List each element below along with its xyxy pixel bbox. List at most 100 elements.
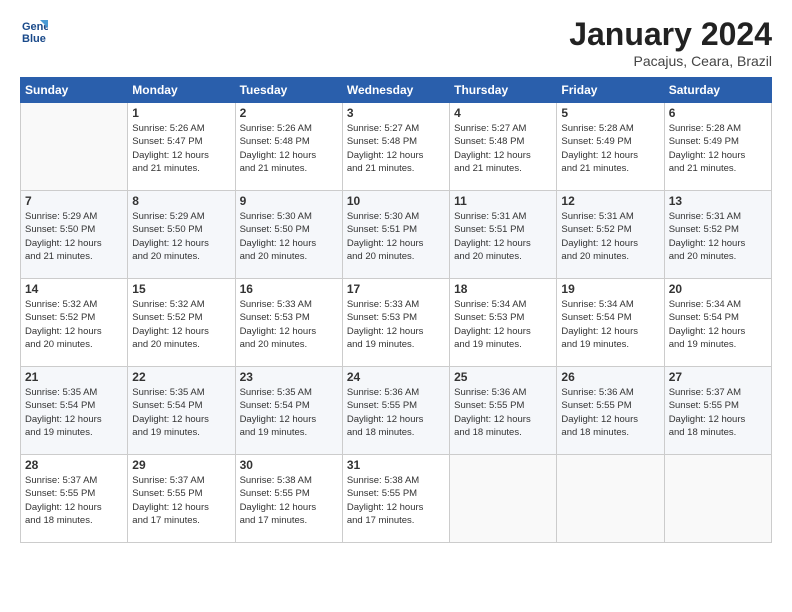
week-row-3: 21 Sunrise: 5:35 AM Sunset: 5:54 PM Dayl… bbox=[21, 367, 772, 455]
daylight-label: Daylight: 12 hours bbox=[561, 238, 638, 249]
daylight-minutes: and 21 minutes. bbox=[561, 163, 629, 174]
col-thursday: Thursday bbox=[450, 78, 557, 103]
col-friday: Friday bbox=[557, 78, 664, 103]
day-cell: 5 Sunrise: 5:28 AM Sunset: 5:49 PM Dayli… bbox=[557, 103, 664, 191]
daylight-minutes: and 19 minutes. bbox=[669, 339, 737, 350]
logo-icon: General Blue bbox=[20, 16, 48, 44]
day-number: 31 bbox=[347, 458, 445, 472]
day-number: 15 bbox=[132, 282, 230, 296]
day-info: Sunrise: 5:31 AM Sunset: 5:52 PM Dayligh… bbox=[561, 210, 659, 263]
day-cell: 29 Sunrise: 5:37 AM Sunset: 5:55 PM Dayl… bbox=[128, 455, 235, 543]
calendar-table: Sunday Monday Tuesday Wednesday Thursday… bbox=[20, 77, 772, 543]
daylight-minutes: and 19 minutes. bbox=[240, 427, 308, 438]
sunrise-label: Sunrise: 5:38 AM bbox=[240, 475, 312, 486]
sunrise-label: Sunrise: 5:38 AM bbox=[347, 475, 419, 486]
sunrise-label: Sunrise: 5:35 AM bbox=[132, 387, 204, 398]
sunrise-label: Sunrise: 5:35 AM bbox=[25, 387, 97, 398]
sunset-label: Sunset: 5:47 PM bbox=[132, 136, 202, 147]
day-info: Sunrise: 5:34 AM Sunset: 5:53 PM Dayligh… bbox=[454, 298, 552, 351]
day-cell: 6 Sunrise: 5:28 AM Sunset: 5:49 PM Dayli… bbox=[664, 103, 771, 191]
day-number: 26 bbox=[561, 370, 659, 384]
sunset-label: Sunset: 5:54 PM bbox=[669, 312, 739, 323]
day-cell: 15 Sunrise: 5:32 AM Sunset: 5:52 PM Dayl… bbox=[128, 279, 235, 367]
day-cell: 16 Sunrise: 5:33 AM Sunset: 5:53 PM Dayl… bbox=[235, 279, 342, 367]
sunset-label: Sunset: 5:55 PM bbox=[347, 488, 417, 499]
daylight-label: Daylight: 12 hours bbox=[132, 502, 209, 513]
sunset-label: Sunset: 5:52 PM bbox=[669, 224, 739, 235]
day-info: Sunrise: 5:36 AM Sunset: 5:55 PM Dayligh… bbox=[561, 386, 659, 439]
location: Pacajus, Ceara, Brazil bbox=[569, 53, 772, 69]
daylight-label: Daylight: 12 hours bbox=[240, 502, 317, 513]
sunrise-label: Sunrise: 5:26 AM bbox=[132, 123, 204, 134]
sunrise-label: Sunrise: 5:33 AM bbox=[347, 299, 419, 310]
week-row-4: 28 Sunrise: 5:37 AM Sunset: 5:55 PM Dayl… bbox=[21, 455, 772, 543]
day-cell: 12 Sunrise: 5:31 AM Sunset: 5:52 PM Dayl… bbox=[557, 191, 664, 279]
daylight-label: Daylight: 12 hours bbox=[561, 414, 638, 425]
week-row-0: 1 Sunrise: 5:26 AM Sunset: 5:47 PM Dayli… bbox=[21, 103, 772, 191]
col-monday: Monday bbox=[128, 78, 235, 103]
daylight-minutes: and 17 minutes. bbox=[132, 515, 200, 526]
daylight-label: Daylight: 12 hours bbox=[25, 238, 102, 249]
day-info: Sunrise: 5:36 AM Sunset: 5:55 PM Dayligh… bbox=[347, 386, 445, 439]
daylight-minutes: and 21 minutes. bbox=[132, 163, 200, 174]
day-number: 22 bbox=[132, 370, 230, 384]
sunset-label: Sunset: 5:50 PM bbox=[25, 224, 95, 235]
day-info: Sunrise: 5:38 AM Sunset: 5:55 PM Dayligh… bbox=[240, 474, 338, 527]
day-cell bbox=[557, 455, 664, 543]
daylight-minutes: and 19 minutes. bbox=[561, 339, 629, 350]
daylight-minutes: and 21 minutes. bbox=[669, 163, 737, 174]
day-info: Sunrise: 5:33 AM Sunset: 5:53 PM Dayligh… bbox=[240, 298, 338, 351]
sunset-label: Sunset: 5:48 PM bbox=[454, 136, 524, 147]
sunrise-label: Sunrise: 5:31 AM bbox=[561, 211, 633, 222]
day-info: Sunrise: 5:35 AM Sunset: 5:54 PM Dayligh… bbox=[132, 386, 230, 439]
sunset-label: Sunset: 5:55 PM bbox=[561, 400, 631, 411]
daylight-minutes: and 20 minutes. bbox=[240, 339, 308, 350]
sunrise-label: Sunrise: 5:32 AM bbox=[132, 299, 204, 310]
daylight-label: Daylight: 12 hours bbox=[240, 150, 317, 161]
daylight-label: Daylight: 12 hours bbox=[132, 414, 209, 425]
daylight-minutes: and 20 minutes. bbox=[25, 339, 93, 350]
sunrise-label: Sunrise: 5:30 AM bbox=[240, 211, 312, 222]
day-number: 11 bbox=[454, 194, 552, 208]
day-cell: 9 Sunrise: 5:30 AM Sunset: 5:50 PM Dayli… bbox=[235, 191, 342, 279]
day-cell: 1 Sunrise: 5:26 AM Sunset: 5:47 PM Dayli… bbox=[128, 103, 235, 191]
daylight-minutes: and 20 minutes. bbox=[347, 251, 415, 262]
day-number: 2 bbox=[240, 106, 338, 120]
day-cell: 18 Sunrise: 5:34 AM Sunset: 5:53 PM Dayl… bbox=[450, 279, 557, 367]
day-info: Sunrise: 5:32 AM Sunset: 5:52 PM Dayligh… bbox=[132, 298, 230, 351]
sunset-label: Sunset: 5:55 PM bbox=[25, 488, 95, 499]
day-cell: 28 Sunrise: 5:37 AM Sunset: 5:55 PM Dayl… bbox=[21, 455, 128, 543]
day-number: 30 bbox=[240, 458, 338, 472]
day-cell: 10 Sunrise: 5:30 AM Sunset: 5:51 PM Dayl… bbox=[342, 191, 449, 279]
sunrise-label: Sunrise: 5:32 AM bbox=[25, 299, 97, 310]
day-cell: 30 Sunrise: 5:38 AM Sunset: 5:55 PM Dayl… bbox=[235, 455, 342, 543]
daylight-minutes: and 20 minutes. bbox=[240, 251, 308, 262]
sunrise-label: Sunrise: 5:28 AM bbox=[669, 123, 741, 134]
daylight-label: Daylight: 12 hours bbox=[347, 326, 424, 337]
sunset-label: Sunset: 5:48 PM bbox=[347, 136, 417, 147]
day-number: 25 bbox=[454, 370, 552, 384]
daylight-label: Daylight: 12 hours bbox=[669, 326, 746, 337]
sunset-label: Sunset: 5:48 PM bbox=[240, 136, 310, 147]
daylight-label: Daylight: 12 hours bbox=[347, 238, 424, 249]
sunset-label: Sunset: 5:50 PM bbox=[132, 224, 202, 235]
day-number: 5 bbox=[561, 106, 659, 120]
daylight-label: Daylight: 12 hours bbox=[347, 502, 424, 513]
daylight-minutes: and 19 minutes. bbox=[25, 427, 93, 438]
daylight-label: Daylight: 12 hours bbox=[669, 150, 746, 161]
sunset-label: Sunset: 5:52 PM bbox=[132, 312, 202, 323]
day-number: 4 bbox=[454, 106, 552, 120]
daylight-label: Daylight: 12 hours bbox=[25, 326, 102, 337]
day-info: Sunrise: 5:37 AM Sunset: 5:55 PM Dayligh… bbox=[25, 474, 123, 527]
daylight-label: Daylight: 12 hours bbox=[561, 150, 638, 161]
daylight-label: Daylight: 12 hours bbox=[669, 238, 746, 249]
daylight-minutes: and 21 minutes. bbox=[25, 251, 93, 262]
day-info: Sunrise: 5:35 AM Sunset: 5:54 PM Dayligh… bbox=[25, 386, 123, 439]
day-info: Sunrise: 5:29 AM Sunset: 5:50 PM Dayligh… bbox=[132, 210, 230, 263]
daylight-minutes: and 19 minutes. bbox=[347, 339, 415, 350]
day-cell: 2 Sunrise: 5:26 AM Sunset: 5:48 PM Dayli… bbox=[235, 103, 342, 191]
day-cell: 23 Sunrise: 5:35 AM Sunset: 5:54 PM Dayl… bbox=[235, 367, 342, 455]
week-row-2: 14 Sunrise: 5:32 AM Sunset: 5:52 PM Dayl… bbox=[21, 279, 772, 367]
day-info: Sunrise: 5:37 AM Sunset: 5:55 PM Dayligh… bbox=[132, 474, 230, 527]
header-row: Sunday Monday Tuesday Wednesday Thursday… bbox=[21, 78, 772, 103]
